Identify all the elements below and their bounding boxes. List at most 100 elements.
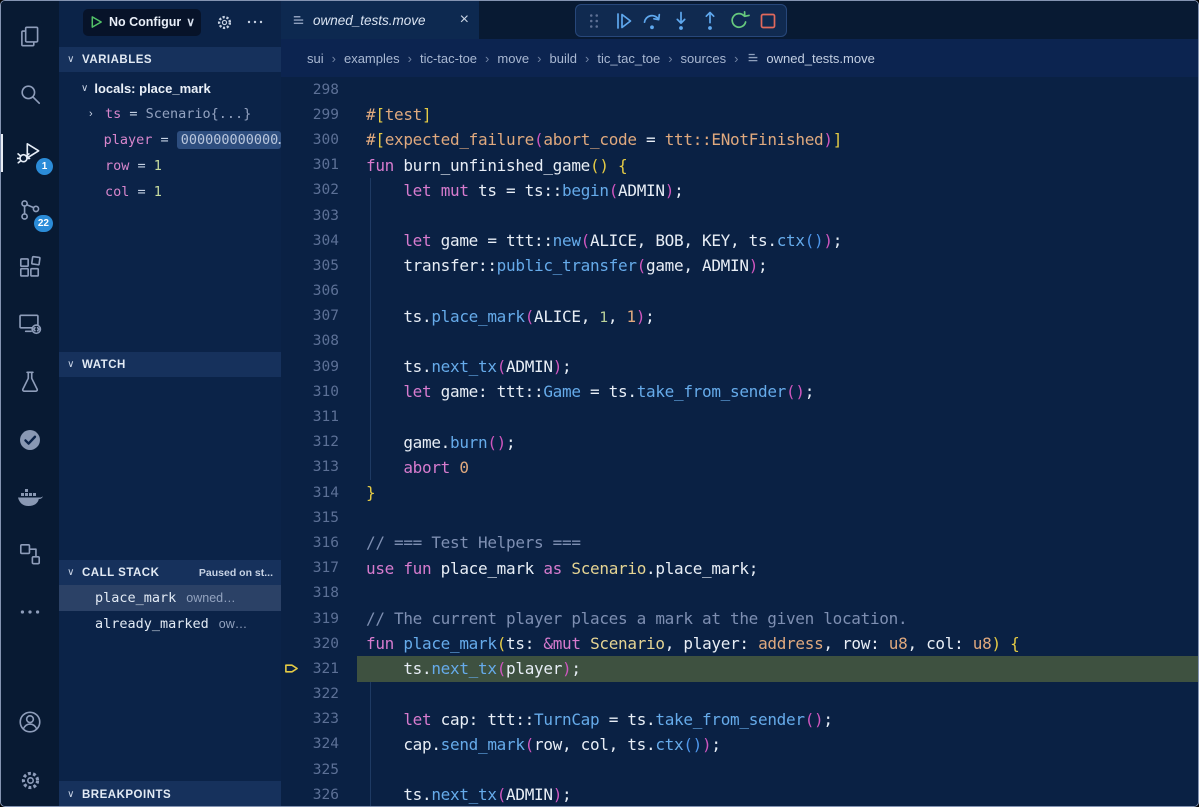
code-line-313[interactable]: 313 abort 0 [281, 455, 1198, 480]
code-line-301[interactable]: 301fun burn_unfinished_game() { [281, 153, 1198, 178]
line-number[interactable]: 317 [281, 560, 339, 576]
activity-manage[interactable] [1, 754, 59, 806]
code-line-309[interactable]: 309 ts.next_tx(ADMIN); [281, 354, 1198, 379]
code-line-325[interactable]: 325 [281, 757, 1198, 782]
variables-section-header[interactable]: ∨ VARIABLES [59, 47, 281, 72]
more-actions-icon[interactable] [246, 13, 264, 31]
code-line-316[interactable]: 316// === Test Helpers === [281, 530, 1198, 555]
code-line-318[interactable]: 318 [281, 581, 1198, 606]
variable-row-ts[interactable]: ›ts = Scenario{...} [59, 101, 281, 127]
stop-button[interactable] [755, 8, 781, 34]
call-stack-frame-place_mark[interactable]: place_markowned… [59, 585, 281, 611]
activity-additional-views[interactable] [1, 586, 59, 638]
watch-section-header[interactable]: ∨ WATCH [59, 352, 281, 377]
variables-scope-row[interactable]: ∨ locals: place_mark [59, 75, 281, 101]
line-number[interactable]: 315 [281, 510, 339, 526]
step-out-button[interactable] [697, 8, 723, 34]
activity-containers[interactable] [1, 528, 59, 580]
breadcrumb-item-sources[interactable]: sources [681, 51, 727, 66]
drag-handle-icon[interactable] [581, 8, 607, 34]
continue-button[interactable] [610, 8, 636, 34]
activity-extensions[interactable] [1, 241, 59, 293]
line-number[interactable]: 318 [281, 585, 339, 601]
breadcrumb-item-sui[interactable]: sui [307, 51, 324, 66]
line-number[interactable]: 301 [281, 157, 339, 173]
code-line-320[interactable]: 320fun place_mark(ts: &mut Scenario, pla… [281, 631, 1198, 656]
code-line-315[interactable]: 315 [281, 505, 1198, 530]
code-editor[interactable]: 298 299#[test]300#[expected_failure(abort… [281, 77, 1198, 806]
activity-source-control[interactable]: 22 [1, 184, 59, 236]
breadcrumb-item-examples[interactable]: examples [344, 51, 400, 66]
code-line-317[interactable]: 317use fun place_mark as Scenario.place_… [281, 556, 1198, 581]
code-line-311[interactable]: 311 [281, 404, 1198, 429]
close-icon[interactable]: × [460, 12, 469, 28]
line-number[interactable]: 305 [281, 258, 339, 274]
code-line-312[interactable]: 312 game.burn(); [281, 430, 1198, 455]
code-line-324[interactable]: 324 cap.send_mark(row, col, ts.ctx()); [281, 732, 1198, 757]
line-number[interactable]: 325 [281, 762, 339, 778]
code-line-314[interactable]: 314} [281, 480, 1198, 505]
code-line-308[interactable]: 308 [281, 329, 1198, 354]
call-stack-section-header[interactable]: ∨ CALL STACK Paused on st... [59, 560, 281, 585]
line-number[interactable]: 306 [281, 283, 339, 299]
step-over-button[interactable] [639, 8, 665, 34]
breadcrumb-item-tic-tac-toe[interactable]: tic-tac-toe [420, 51, 477, 66]
line-number[interactable]: 323 [281, 711, 339, 727]
breadcrumb-item-owned_tests.move[interactable]: owned_tests.move [746, 51, 874, 66]
line-number[interactable]: 302 [281, 182, 339, 198]
activity-explorer[interactable] [1, 11, 59, 63]
variable-row-col[interactable]: col = 1 [59, 179, 281, 205]
breadcrumb-item-move[interactable]: move [497, 51, 529, 66]
line-number[interactable]: 322 [281, 686, 339, 702]
line-number[interactable]: 304 [281, 233, 339, 249]
breakpoints-section-header[interactable]: ∨ BREAKPOINTS [59, 781, 281, 807]
line-number[interactable]: 298 [281, 82, 339, 98]
line-number[interactable]: 310 [281, 384, 339, 400]
activity-run-and-debug[interactable]: 1 [1, 127, 59, 179]
line-number[interactable]: 308 [281, 333, 339, 349]
debug-settings-gear-icon[interactable] [215, 13, 234, 32]
variable-row-row[interactable]: row = 1 [59, 153, 281, 179]
code-line-298[interactable]: 298 [281, 77, 1198, 102]
step-into-button[interactable] [668, 8, 694, 34]
line-number[interactable]: 316 [281, 535, 339, 551]
line-number[interactable]: 320 [281, 636, 339, 652]
variable-row-player[interactable]: player = 000000000000… [59, 127, 281, 153]
activity-checks[interactable] [1, 414, 59, 466]
line-number[interactable]: 299 [281, 107, 339, 123]
activity-accounts[interactable] [1, 696, 59, 748]
start-debug-icon[interactable] [89, 14, 104, 30]
activity-search[interactable] [1, 68, 59, 120]
line-number[interactable]: 326 [281, 787, 339, 803]
code-line-302[interactable]: 302 let mut ts = ts::begin(ADMIN); [281, 178, 1198, 203]
code-line-306[interactable]: 306 [281, 279, 1198, 304]
line-number[interactable]: 313 [281, 459, 339, 475]
line-number[interactable]: 303 [281, 208, 339, 224]
restart-button[interactable] [726, 8, 752, 34]
line-number[interactable]: 319 [281, 611, 339, 627]
code-line-307[interactable]: 307 ts.place_mark(ALICE, 1, 1); [281, 304, 1198, 329]
breadcrumb-item-tic_tac_toe[interactable]: tic_tac_toe [597, 51, 660, 66]
code-line-323[interactable]: 323 let cap: ttt::TurnCap = ts.take_from… [281, 707, 1198, 732]
line-number[interactable]: 300 [281, 132, 339, 148]
code-line-299[interactable]: 299#[test] [281, 102, 1198, 127]
code-line-304[interactable]: 304 let game = ttt::new(ALICE, BOB, KEY,… [281, 228, 1198, 253]
variable-value[interactable]: 000000000000… [177, 131, 281, 149]
activity-testing[interactable] [1, 356, 59, 408]
code-line-303[interactable]: 303 [281, 203, 1198, 228]
tab-owned-tests-move[interactable]: owned_tests.move × [281, 1, 479, 39]
code-line-326[interactable]: 326 ts.next_tx(ADMIN); [281, 782, 1198, 806]
breadcrumb-item-build[interactable]: build [550, 51, 577, 66]
line-number[interactable]: 311 [281, 409, 339, 425]
activity-remote-explorer[interactable] [1, 298, 59, 350]
call-stack-frame-already_marked[interactable]: already_markedow… [59, 611, 281, 637]
code-line-319[interactable]: 319// The current player places a mark a… [281, 606, 1198, 631]
code-line-310[interactable]: 310 let game: ttt::Game = ts.take_from_s… [281, 379, 1198, 404]
line-number[interactable]: 309 [281, 359, 339, 375]
code-line-321[interactable]: 321 ts.next_tx(player); [281, 656, 1198, 681]
code-line-300[interactable]: 300#[expected_failure(abort_code = ttt::… [281, 127, 1198, 152]
line-number[interactable]: 307 [281, 308, 339, 324]
chevron-right-icon[interactable]: › [89, 108, 105, 120]
line-number[interactable]: 314 [281, 485, 339, 501]
activity-docker[interactable] [1, 471, 59, 523]
